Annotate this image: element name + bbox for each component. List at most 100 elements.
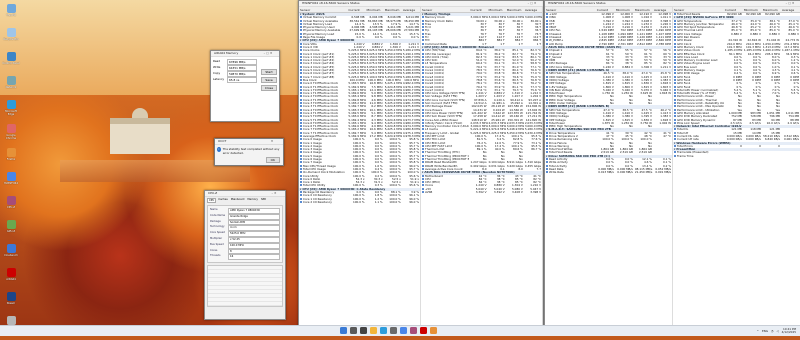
sensor-icon (674, 82, 676, 85)
desktop-icon[interactable]: AIDA64 (2, 268, 20, 290)
wifi-icon[interactable]: ◔ (771, 329, 773, 333)
sensor-icon (300, 75, 302, 78)
close-button[interactable]: Close (261, 85, 277, 91)
sensor-icon (422, 125, 424, 128)
sensor-icon (300, 115, 302, 118)
sensor-icon (546, 85, 548, 88)
sensor-icon (674, 105, 676, 108)
info-icon: i (217, 147, 221, 152)
desktop-icon[interactable]: CPU-Z (2, 196, 20, 218)
sensor-value-current (724, 155, 743, 158)
sensor-icon (300, 26, 302, 29)
sensor-icon (422, 65, 424, 68)
sensor-column-right-a: Sensor Current Minimum Maximum Average +12V 12… (545, 7, 673, 326)
sensor-row[interactable]: AVSB 3.392 V 3.392 V 3.408 V 3.398 V (421, 191, 542, 194)
desktop-icon[interactable]: This PC (2, 4, 20, 26)
aida64-icon[interactable] (420, 327, 427, 334)
sensor-icon (300, 22, 302, 25)
window-title: AIDA64 Memory (214, 51, 239, 55)
cpuz-field: Threads 16 (210, 254, 280, 261)
sensor-icon (546, 52, 548, 55)
sensor-icon (546, 49, 548, 52)
window-controls[interactable]: – ▢ ✕ (521, 1, 543, 6)
sensor-icon (300, 200, 302, 203)
sensor-icon (674, 32, 676, 35)
search-icon[interactable] (350, 327, 357, 334)
sensor-icon (674, 121, 676, 124)
cpuz-field-value: 16 (228, 254, 280, 261)
window-controls[interactable]: – ▢ ✕ (779, 1, 800, 6)
aida-memory-window[interactable]: AIDA64 Memory – ▢ ✕ Read 67896 MB/s Write 64… (210, 50, 280, 122)
window-controls[interactable]: – ✕ (263, 191, 285, 196)
window-title: HWiNFO64 v8.16-5600 Sensors Status (302, 1, 360, 5)
sensor-icon (674, 29, 676, 32)
sensor-icon (422, 151, 424, 154)
sensor-value-average: 0.091 MB/s (655, 171, 671, 175)
sensor-table-system-cpu: Sensor Current Minimum Maximum Average ▾ Syst… (299, 7, 420, 204)
sensor-icon (300, 197, 302, 200)
sensor-icon (422, 42, 424, 45)
sensor-icon (674, 92, 676, 95)
cpuz-field-label: Threads (210, 254, 221, 258)
sensor-table-enhanced: Sensor Current Minimum Maximum Average ▾ Memo… (421, 7, 542, 194)
desktop-icon[interactable]: Control Panel (2, 52, 20, 74)
sensor-icon (674, 131, 676, 134)
sensor-icon (422, 52, 424, 55)
save-button[interactable]: Save (261, 77, 277, 83)
taskview-icon[interactable] (360, 327, 367, 334)
sensor-table-gpu-network: Sensor Current Minimum Maximum Average Total … (673, 7, 800, 158)
cpuz-clocks-box (207, 265, 283, 308)
cpuz-tabs[interactable]: CPU Caches Mainboard Memory SPD (205, 197, 285, 204)
desktop-icon[interactable]: Cinebench (2, 244, 20, 266)
speaker-icon[interactable]: ◁ (777, 329, 779, 333)
cpuz-window[interactable]: CPU-Z – ✕ CPU Caches Mainboard Memory SPD Nam… (204, 190, 286, 320)
desktop-icon[interactable]: Recycle Bin (2, 28, 20, 50)
sensor-icon (300, 134, 302, 137)
desktop-icon[interactable]: Firefox (2, 148, 20, 170)
start-icon[interactable] (340, 327, 347, 334)
tray-language[interactable]: ENG (762, 329, 768, 333)
sensor-icon (546, 42, 548, 45)
sensor-icon (674, 36, 676, 39)
hwinfo-sensors-window-2[interactable]: HWiNFO64 v8.16-5600 Sensors Status – ▢ ✕ … (544, 0, 800, 327)
sensor-icon (300, 42, 302, 45)
desktop-icon[interactable]: Microsoft Edge (2, 100, 20, 122)
app-icon (6, 124, 16, 133)
sensor-value-minimum: 82,090 GB (746, 12, 761, 16)
sensor-row[interactable]: Write Rate 0.013 MB/s 0.000 MB/s 21.450 MB/… (545, 171, 672, 174)
desktop-icon[interactable]: Google Chrome (2, 124, 20, 146)
occt-icon[interactable] (430, 327, 437, 334)
hwinfo-icon[interactable] (400, 327, 407, 334)
desktop-icon[interactable]: HWiNFO64 (2, 172, 20, 194)
start-button[interactable]: Start (261, 69, 277, 75)
cpuz-icon[interactable] (410, 327, 417, 334)
desktop-icon[interactable]: Network (2, 76, 20, 98)
desktop-icon-label: Network (5, 86, 17, 89)
desktop-icon[interactable]: GPU-Z (2, 220, 20, 242)
sensor-icon (422, 164, 424, 167)
desktop-icon-label: Firefox (6, 158, 16, 161)
ok-button[interactable]: OK (265, 157, 280, 163)
explorer-icon[interactable] (370, 327, 377, 334)
store-icon[interactable] (390, 327, 397, 334)
sensor-row[interactable]: Core 2 C0 Residency 100.0 % 1.1 % 100.0 % 96… (299, 200, 420, 204)
desktop-icons: This PC Recycle Bin Control Panel Network Mi… (2, 4, 20, 340)
window-controls[interactable]: – ▢ ✕ (257, 51, 279, 56)
desktop-icon[interactable]: Steam (2, 292, 20, 314)
clock[interactable]: 10:41 PM 4/12/2025 (782, 327, 796, 334)
sensor-icon (300, 125, 302, 128)
hwinfo-sensors-window-1[interactable]: HWiNFO64 v8.16-5600 Sensors Status – ▢ ✕ … (298, 0, 544, 327)
app-icon (6, 28, 16, 37)
chevron-up-icon[interactable]: ^ (757, 329, 759, 333)
close-icon[interactable]: ✕ (261, 139, 283, 144)
sensor-value-current: 100.0 % (352, 200, 365, 204)
sensor-icon (300, 128, 302, 131)
edge-icon[interactable] (380, 327, 387, 334)
sensor-icon (422, 181, 424, 184)
app-icon (6, 316, 16, 325)
sensor-icon (546, 158, 548, 161)
sensor-icon (674, 13, 676, 15)
sensor-icon (300, 82, 302, 85)
occt-dialog[interactable]: OCCT ✕ i The stability test completed wit… (214, 138, 284, 166)
sensor-row[interactable]: Frame Time (673, 154, 800, 158)
